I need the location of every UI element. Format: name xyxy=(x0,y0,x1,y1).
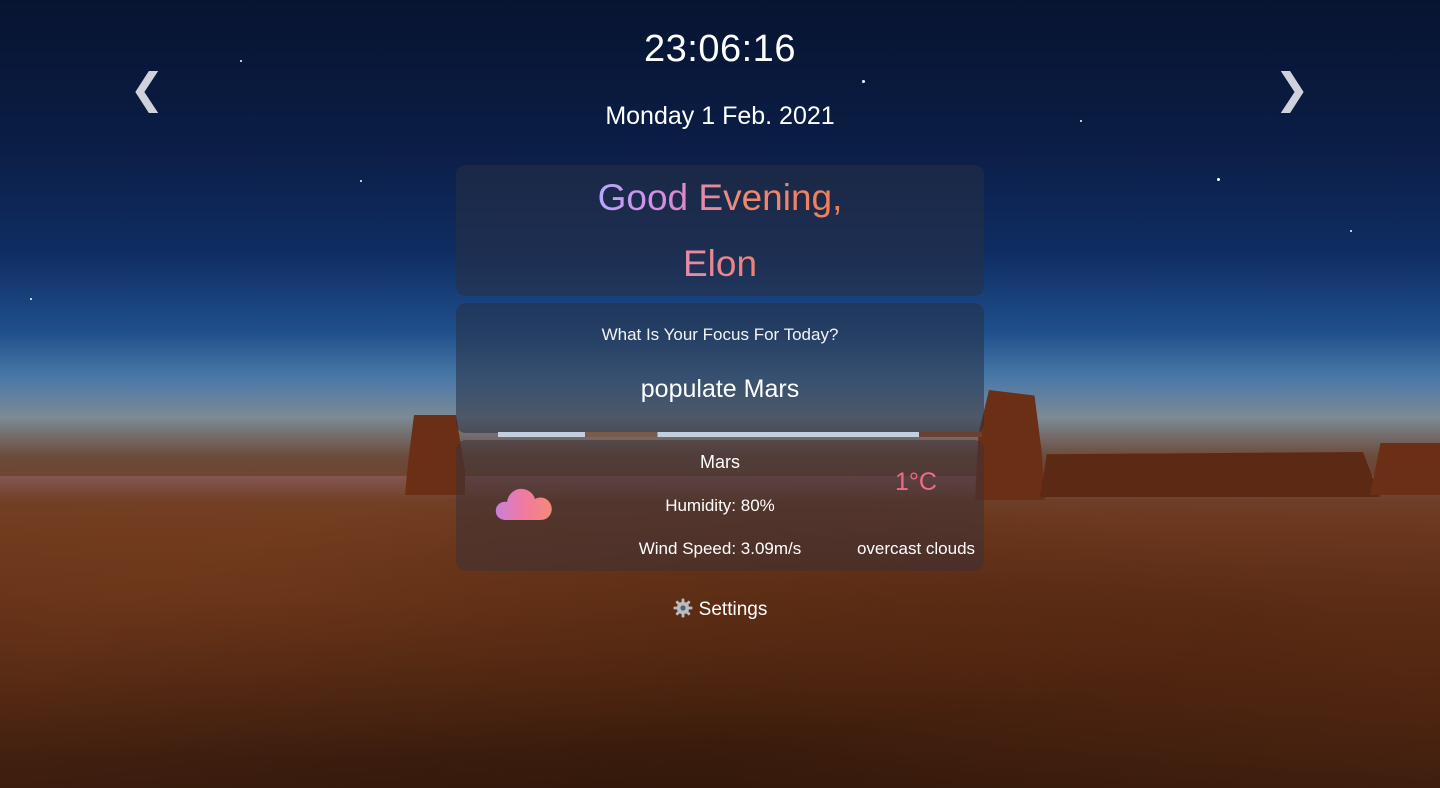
mesa-rock xyxy=(1370,443,1440,495)
focus-question: What Is Your Focus For Today? xyxy=(601,325,839,344)
focus-panel: What Is Your Focus For Today? xyxy=(456,303,984,433)
settings-button[interactable]: Settings xyxy=(0,598,1440,621)
weather-temperature: 1°C xyxy=(895,468,937,496)
star xyxy=(862,80,865,83)
gear-icon xyxy=(673,598,693,618)
mesa-rock xyxy=(1040,452,1380,497)
mesa-rock xyxy=(975,390,1045,500)
focus-input-underline xyxy=(498,432,982,437)
weather-panel: Mars Humidity: 80% Wind Speed: 3.09m/s 1… xyxy=(456,440,984,571)
settings-label: Settings xyxy=(698,599,768,620)
weather-description: overcast clouds xyxy=(856,539,976,558)
weather-humidity: Humidity: 80% xyxy=(665,496,775,515)
current-date: Monday 1 Feb. 2021 xyxy=(605,102,835,130)
greeting-panel: Good Evening, Elon xyxy=(456,165,984,296)
weather-wind-speed: Wind Speed: 3.09m/s xyxy=(638,539,802,558)
star xyxy=(30,298,32,300)
greeting-text: Good Evening, xyxy=(598,165,843,231)
focus-input[interactable] xyxy=(510,375,930,404)
clock-time: 23:06:16 xyxy=(644,28,796,70)
star xyxy=(360,180,362,182)
star xyxy=(1350,230,1352,232)
star xyxy=(1217,178,1220,181)
user-name: Elon xyxy=(683,231,757,297)
